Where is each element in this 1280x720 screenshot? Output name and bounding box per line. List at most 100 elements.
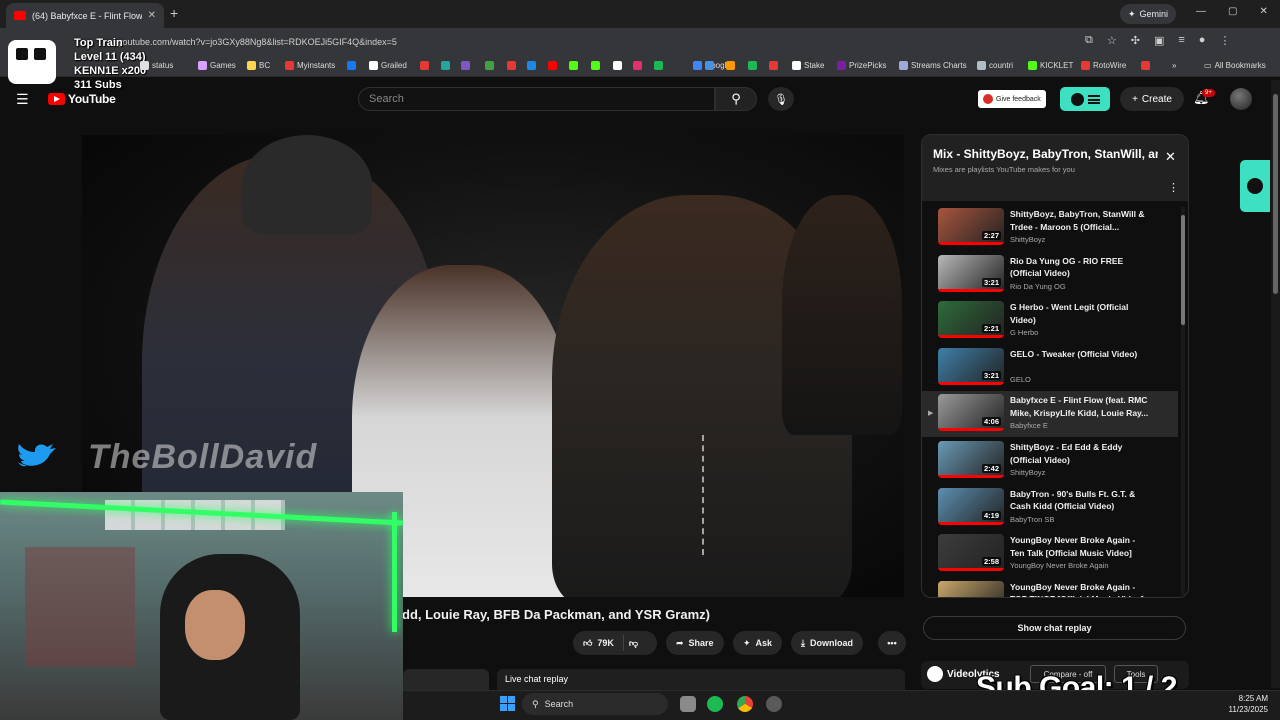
like-count[interactable]: 79K: [597, 638, 614, 648]
bookmark-item[interactable]: countri: [977, 61, 1013, 70]
more-bookmarks-button[interactable]: »: [1172, 61, 1176, 70]
bookmark-star-icon[interactable]: ☆: [1107, 34, 1117, 47]
account-avatar[interactable]: [1230, 88, 1252, 110]
maximize-button[interactable]: ▢: [1228, 6, 1237, 17]
videolytics-toggle-button[interactable]: [1060, 87, 1110, 111]
playlist-item[interactable]: 2:21 G Herbo - Went Legit (Official Video…: [922, 298, 1178, 344]
live-chat-replay-header[interactable]: Live chat replay: [497, 669, 905, 691]
profile-icon[interactable]: ●: [1199, 34, 1206, 47]
all-bookmarks-button[interactable]: ▭ All Bookmarks: [1204, 61, 1266, 70]
playlist-title[interactable]: Mix - ShittyBoyz, BabyTron, StanWill, an…: [933, 147, 1158, 161]
thumbs-up-icon[interactable]: 👍︎: [583, 638, 592, 649]
bookmark-item[interactable]: [705, 61, 714, 70]
bookmark-item[interactable]: Myinstants: [285, 61, 335, 70]
windows-start-icon[interactable]: [500, 696, 515, 711]
ask-button[interactable]: ✦ Ask: [733, 631, 783, 655]
playlist-item[interactable]: YoungBoy Never Broke Again - TOP TINGZ […: [922, 578, 1178, 597]
playlist-item-thumbnail[interactable]: [938, 580, 1004, 597]
task-view-icon[interactable]: [680, 696, 696, 712]
bookmark-item[interactable]: Grailed: [369, 61, 407, 70]
bookmark-item[interactable]: [461, 61, 470, 70]
system-clock[interactable]: 8:25 AM 11/23/2025: [1224, 693, 1268, 715]
playlist-item-thumbnail[interactable]: 4:19: [938, 487, 1004, 525]
bookmark-item[interactable]: Streams Charts: [899, 61, 967, 70]
bookmark-item[interactable]: [485, 61, 494, 70]
close-window-button[interactable]: ✕: [1259, 6, 1267, 17]
playlist-item[interactable]: 4:19 BabyTron - 90's Bulls Ft. G.T. & Cas…: [922, 485, 1178, 531]
playlist-item-thumbnail[interactable]: 2:21: [938, 301, 1004, 339]
app-icon[interactable]: [766, 696, 782, 712]
playlist-more-button[interactable]: ⋮: [1168, 181, 1179, 194]
playlist-item-thumbnail[interactable]: 2:42: [938, 441, 1004, 478]
bookmark-item[interactable]: RotoWire: [1081, 61, 1126, 70]
gemini-button[interactable]: ✦ Gemini: [1120, 4, 1177, 24]
bookmark-item[interactable]: [726, 61, 735, 70]
bookmark-item[interactable]: Games: [198, 61, 236, 70]
voice-search-button[interactable]: 🎙︎: [768, 87, 794, 111]
playlist-item-title[interactable]: YoungBoy Never Broke Again - Ten Talk [O…: [1010, 534, 1150, 559]
bookmark-item[interactable]: [748, 61, 757, 70]
bookmark-item[interactable]: [347, 61, 356, 70]
bookmark-item[interactable]: [613, 61, 622, 70]
spotify-icon[interactable]: [707, 696, 723, 712]
playlist-item-thumbnail[interactable]: 4:06: [938, 394, 1004, 432]
bookmark-item[interactable]: status: [140, 61, 173, 70]
playlist-item-title[interactable]: G Herbo - Went Legit (Official Video): [1010, 301, 1150, 326]
playlist-item[interactable]: 2:27 ShittyBoyz, BabyTron, StanWill & Trd…: [922, 205, 1178, 251]
bookmark-item[interactable]: [420, 61, 429, 70]
new-tab-button[interactable]: +: [170, 5, 178, 21]
playlist-item-title[interactable]: ShittyBoyz, BabyTron, StanWill & Trdee -…: [1010, 208, 1150, 233]
download-button[interactable]: ⤓ Download: [791, 631, 863, 655]
playlist-close-button[interactable]: ✕: [1165, 149, 1176, 165]
playlist-item-thumbnail[interactable]: 2:27: [938, 208, 1004, 245]
playlist-item-title[interactable]: ShittyBoyz - Ed Edd & Eddy (Official Vid…: [1010, 441, 1150, 466]
bookmark-item[interactable]: Stake: [792, 61, 824, 70]
playlist-item-thumbnail[interactable]: 3:21: [938, 254, 1004, 292]
bookmark-item[interactable]: [548, 61, 557, 70]
bookmark-item[interactable]: [507, 61, 516, 70]
playlist-item[interactable]: ▶ 4:06 Babyfxce E - Flint Flow (feat. RMC …: [922, 391, 1178, 438]
search-button[interactable]: ⚲: [715, 87, 757, 111]
create-button[interactable]: + Create: [1120, 87, 1184, 111]
thumbs-down-icon[interactable]: 👎︎: [629, 638, 638, 649]
bookmark-item[interactable]: [591, 61, 600, 70]
bookmark-item[interactable]: [527, 61, 536, 70]
bookmark-item[interactable]: KICKLET: [1028, 61, 1073, 70]
taskbar-search[interactable]: ⚲ Search: [522, 693, 668, 715]
bookmark-item[interactable]: PrizePicks: [837, 61, 886, 70]
install-app-icon[interactable]: ⧉: [1085, 34, 1093, 47]
playlist-item-title[interactable]: GELO - Tweaker (Official Video): [1010, 348, 1150, 361]
address-bar-url[interactable]: youtube.com/watch?v=jo3GXy88Ng8&list=RDK…: [118, 37, 397, 47]
search-input[interactable]: Search: [358, 87, 715, 111]
tab-close-button[interactable]: ✕: [148, 10, 156, 21]
playlist-item-thumbnail[interactable]: 3:21: [938, 347, 1004, 385]
more-menu-icon[interactable]: ⋮: [1219, 34, 1230, 47]
playlist-item-title[interactable]: YoungBoy Never Broke Again - TOP TINGZ […: [1010, 581, 1150, 597]
bookmark-item[interactable]: [1141, 61, 1150, 70]
videolytics-side-widget[interactable]: [1240, 160, 1270, 212]
playlist-item-title[interactable]: Rio Da Yung OG - RIO FREE (Official Vide…: [1010, 255, 1150, 280]
give-feedback-button[interactable]: Give feedback: [978, 90, 1046, 108]
more-actions-button[interactable]: •••: [878, 631, 906, 655]
side-panel-icon[interactable]: ▣: [1154, 34, 1164, 47]
playlist-item[interactable]: 2:42 ShittyBoyz - Ed Edd & Eddy (Official…: [922, 438, 1178, 484]
playlist-scroll-thumb[interactable]: [1181, 215, 1185, 325]
bookmark-item[interactable]: [633, 61, 642, 70]
youtube-logo[interactable]: YouTube: [48, 92, 116, 106]
chrome-icon[interactable]: [737, 696, 753, 712]
browser-tab[interactable]: (64) Babyfxce E - Flint Flow ✕: [6, 3, 164, 28]
playlist-item[interactable]: 3:21 Rio Da Yung OG - RIO FREE (Official …: [922, 252, 1178, 298]
playlist-item-thumbnail[interactable]: 2:58: [938, 534, 1004, 572]
page-scrollbar[interactable]: [1271, 80, 1280, 688]
playlist-item[interactable]: 2:58 YoungBoy Never Broke Again - Ten Tal…: [922, 531, 1178, 577]
minimize-button[interactable]: —: [1196, 6, 1206, 17]
bookmark-item[interactable]: [769, 61, 778, 70]
bookmark-item[interactable]: BC: [247, 61, 270, 70]
playlist-item-title[interactable]: BabyTron - 90's Bulls Ft. G.T. & Cash Ki…: [1010, 488, 1150, 513]
bookmark-item[interactable]: [569, 61, 578, 70]
bookmark-item[interactable]: [654, 61, 663, 70]
guide-menu-icon[interactable]: ☰: [16, 91, 29, 108]
playlist-item[interactable]: 3:21 GELO - Tweaker (Official Video) GELO: [922, 345, 1178, 391]
page-scroll-thumb[interactable]: [1273, 94, 1278, 294]
playlist-item-title[interactable]: Babyfxce E - Flint Flow (feat. RMC Mike,…: [1010, 394, 1150, 419]
